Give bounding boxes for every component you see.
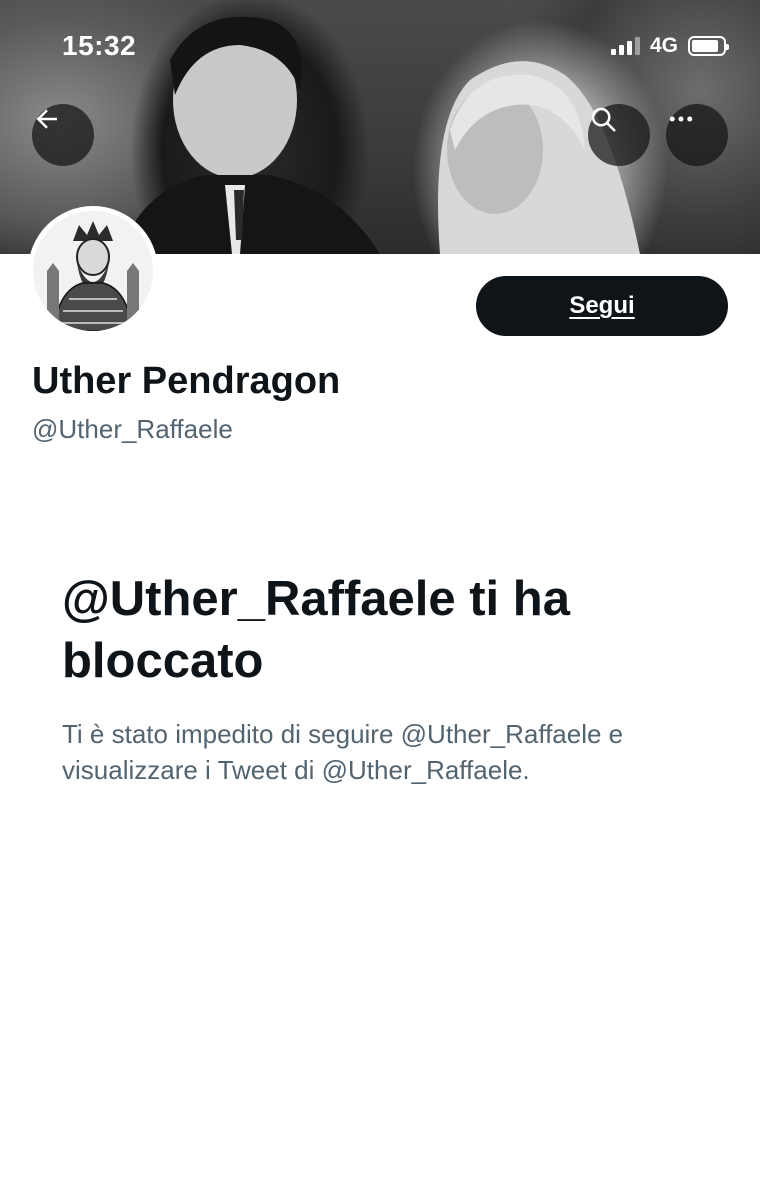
profile-handle: @Uther_Raffaele: [32, 414, 233, 444]
back-button[interactable]: [32, 104, 94, 166]
search-button[interactable]: [588, 104, 650, 166]
profile-screen: 15:32 4G Segui Uther Pendragon @Uther_Ra…: [0, 0, 760, 1200]
avatar-image: [33, 211, 153, 331]
profile-display-name: Uther Pendragon: [32, 360, 341, 402]
network-type: 4G: [649, 34, 678, 57]
battery-level-fill: [692, 40, 718, 52]
king-engraving-image: [33, 211, 153, 331]
status-time: 15:32: [62, 30, 137, 61]
battery-icon: [688, 36, 729, 56]
status-indicators: 4G: [610, 34, 729, 58]
search-icon: [591, 107, 616, 132]
follow-button[interactable]: Segui: [476, 276, 728, 336]
more-horizontal-icon: [669, 116, 693, 122]
profile-avatar[interactable]: [28, 206, 158, 336]
blocked-description: Ti è stato impedito di seguire @Uther_Ra…: [62, 719, 624, 785]
signal-strength-icon: [610, 37, 640, 55]
blocked-title: @Uther_Raffaele ti ha bloccato: [62, 572, 570, 688]
arrow-left-icon: [36, 109, 57, 129]
more-options-button[interactable]: [666, 104, 728, 166]
